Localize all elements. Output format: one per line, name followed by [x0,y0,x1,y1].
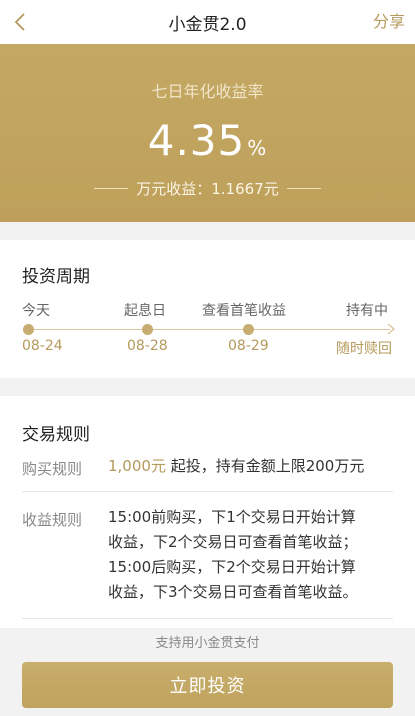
rules-divider [22,618,393,619]
buy-rule-label: 购买规则 [22,460,83,478]
yield-rate-unit: % [247,136,268,160]
wan-income-text: 万元收益：1.1667元 [136,180,279,198]
timeline-step-label: 查看首笔收益 [202,303,286,319]
buy-rule-rest: 起投，持有金额上限200万元 [165,457,365,475]
timeline-step-label: 起息日 [124,303,166,319]
income-rule-line: 15:00前购买，下1个交易日开始计算 [108,508,356,526]
timeline-step-date: 随时赎回 [336,341,392,357]
back-button[interactable] [6,0,34,44]
timeline-step-label: 今天 [22,303,50,319]
yield-rate: 4.35% [0,116,415,165]
wan-income-row: 万元收益：1.1667元 [0,178,415,199]
timeline-dot [23,324,34,335]
timeline-arrow-icon [387,323,396,335]
income-rule-line: 15:00后购买，下2个交易日开始计算 [108,558,356,576]
buy-rule-text: 1,000元 起投，持有金额上限200万元 [108,454,364,479]
timeline-line [28,329,390,330]
timeline-step-date: 08-29 [228,338,269,354]
income-rule-line: 收益，下3个交易日可查看首笔收益。 [108,583,358,601]
invest-now-button[interactable]: 立即投资 [22,662,393,708]
timeline-step-date: 08-28 [127,338,168,354]
income-rule-line: 收益，下2个交易日可查看首笔收益； [108,533,358,551]
yield-banner: 七日年化收益率 4.35% 万元收益：1.1667元 [0,44,415,222]
nav-bar: 小金贯2.0 分享 [0,0,415,44]
buy-rule-amount: 1,000元 [108,457,166,475]
share-button[interactable]: 分享 [373,0,405,44]
decor-line-right [286,188,321,189]
yield-label: 七日年化收益率 [151,82,264,101]
cycle-heading: 投资周期 [22,267,90,287]
chevron-left-icon [14,13,25,31]
timeline-step-date: 08-24 [22,338,63,354]
rules-heading: 交易规则 [22,425,90,445]
decor-line-left [94,188,129,189]
yield-rate-value: 4.35 [147,116,246,165]
income-rule-text: 15:00前购买，下1个交易日开始计算 收益，下2个交易日可查看首笔收益； 15… [108,505,358,605]
timeline-step-label: 持有中 [346,303,388,319]
income-rule-label: 收益规则 [22,511,83,529]
timeline-dot [142,324,153,335]
rules-divider [22,491,393,492]
page-title: 小金贯2.0 [168,14,247,35]
support-payment-text: 支持用小金贯支付 [155,636,260,651]
timeline-dot [243,324,254,335]
